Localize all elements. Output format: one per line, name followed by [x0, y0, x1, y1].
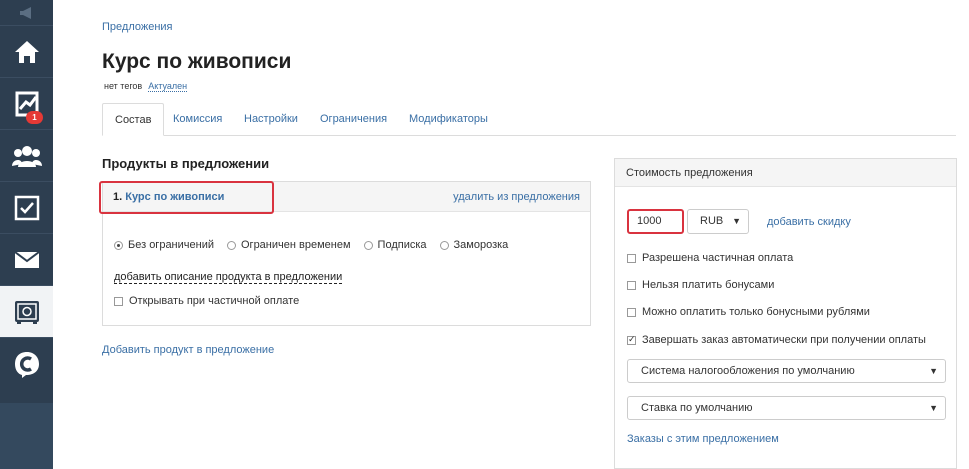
checkbox-checked[interactable]	[627, 334, 636, 345]
product-card: 1. Курс по живописи удалить из предложен…	[99, 181, 591, 326]
checkbox[interactable]	[114, 296, 123, 306]
megaphone-icon	[19, 6, 31, 19]
radio-dot[interactable]	[439, 240, 449, 250]
add-discount-link[interactable]: добавить скидку	[767, 216, 851, 228]
bonus-only-checkbox[interactable]: Можно оплатить только бонусными рублями	[627, 306, 870, 318]
checkbox[interactable]	[627, 280, 636, 290]
access-type-radios: Без ограничений Ограничен временем Подпи…	[114, 239, 521, 251]
auto-complete-checkbox[interactable]: Завершать заказ автоматически при получе…	[627, 334, 926, 346]
radio-dot[interactable]	[114, 240, 123, 250]
sidebar-item-stats[interactable]: 1	[0, 77, 53, 129]
radio-label: Подписка	[377, 239, 427, 251]
price-input[interactable]: 1000	[627, 209, 684, 234]
checkbox-icon	[14, 195, 39, 220]
add-description-link[interactable]: добавить описание продукта в предложении	[114, 271, 343, 284]
checkbox-label: Можно оплатить только бонусными рублями	[642, 306, 870, 318]
radio-label: Заморозка	[453, 239, 509, 251]
product-header: 1. Курс по живописи удалить из предложен…	[99, 181, 590, 214]
currency-value: RUB	[700, 215, 724, 227]
remove-from-offer-link[interactable]: удалить из предложения	[453, 191, 580, 203]
partial-payment-checkbox[interactable]: Разрешена частичная оплата	[627, 252, 793, 264]
checkbox-label: Открывать при частичной оплате	[129, 295, 300, 307]
sidebar-item-mail[interactable]	[0, 233, 53, 285]
chevron-down-icon: ▼	[732, 216, 741, 226]
radio-dot[interactable]	[227, 240, 236, 250]
home-icon	[14, 40, 39, 63]
checkbox-label: Нельзя платить бонусами	[642, 279, 775, 291]
tax-system-select[interactable]: Система налогообложения по умолчанию ▼	[627, 359, 946, 383]
sidebar-item-users[interactable]	[0, 129, 53, 181]
radio-dot[interactable]	[363, 240, 373, 250]
select-value: Ставка по умолчанию	[641, 402, 753, 414]
mail-icon	[13, 250, 40, 268]
chevron-down-icon: ▼	[929, 403, 938, 413]
safe-icon	[14, 300, 39, 324]
tab-settings[interactable]: Настройки	[232, 103, 310, 136]
currency-select[interactable]: RUB ▼	[687, 209, 749, 234]
sidebar-item-tasks[interactable]	[0, 181, 53, 233]
checkbox[interactable]	[627, 307, 636, 317]
price-panel: Стоимость предложения 1000 RUB ▼ добавить…	[614, 158, 957, 469]
tags-label[interactable]: нет тегов	[104, 81, 142, 91]
radio-label: Ограничен временем	[241, 239, 351, 251]
select-value: Система налогообложения по умолчанию	[641, 365, 855, 377]
status-link[interactable]: Актуален	[148, 81, 188, 92]
radio-time-limited[interactable]: Ограничен временем	[227, 239, 351, 251]
radio-freeze[interactable]: Заморозка	[439, 239, 509, 251]
chevron-down-icon: ▼	[929, 366, 938, 376]
tab-modifiers[interactable]: Модификаторы	[397, 103, 500, 136]
tabs: Состав Комиссия Настройки Ограничения Мо…	[102, 103, 956, 136]
open-on-partial-checkbox[interactable]: Открывать при частичной оплате	[114, 295, 299, 307]
product-highlight	[99, 181, 274, 214]
orders-with-offer-link[interactable]: Заказы с этим предложением	[627, 433, 779, 445]
checkbox[interactable]	[627, 253, 636, 263]
radio-unlimited[interactable]: Без ограничений	[114, 239, 214, 251]
checkbox-label: Завершать заказ автоматически при получе…	[642, 334, 926, 346]
breadcrumb[interactable]: Предложения	[102, 21, 173, 33]
no-bonus-checkbox[interactable]: Нельзя платить бонусами	[627, 279, 774, 291]
tab-commission[interactable]: Комиссия	[161, 103, 234, 136]
logo-icon	[14, 351, 39, 378]
sidebar-item-sales[interactable]	[0, 285, 53, 337]
section-title: Продукты в предложении	[102, 156, 270, 171]
price-panel-header: Стоимость предложения	[615, 159, 956, 187]
radio-label: Без ограничений	[128, 239, 214, 251]
sidebar-item-brand[interactable]	[0, 337, 53, 389]
sidebar-item-home[interactable]	[0, 25, 53, 77]
tab-restrictions[interactable]: Ограничения	[308, 103, 399, 136]
sidebar-bottom	[0, 403, 53, 469]
radio-subscription[interactable]: Подписка	[363, 239, 427, 251]
sidebar-top[interactable]	[0, 0, 53, 25]
users-icon	[11, 145, 42, 167]
notification-badge: 1	[26, 111, 43, 124]
checkbox-label: Разрешена частичная оплата	[642, 252, 794, 264]
tags-row: нет тегов Актуален	[104, 81, 188, 92]
add-product-link[interactable]: Добавить продукт в предложение	[102, 344, 274, 356]
page-title: Курс по живописи	[102, 50, 292, 73]
sidebar: 1	[0, 0, 53, 469]
tax-rate-select[interactable]: Ставка по умолчанию ▼	[627, 396, 946, 420]
tab-composition[interactable]: Состав	[102, 103, 165, 136]
